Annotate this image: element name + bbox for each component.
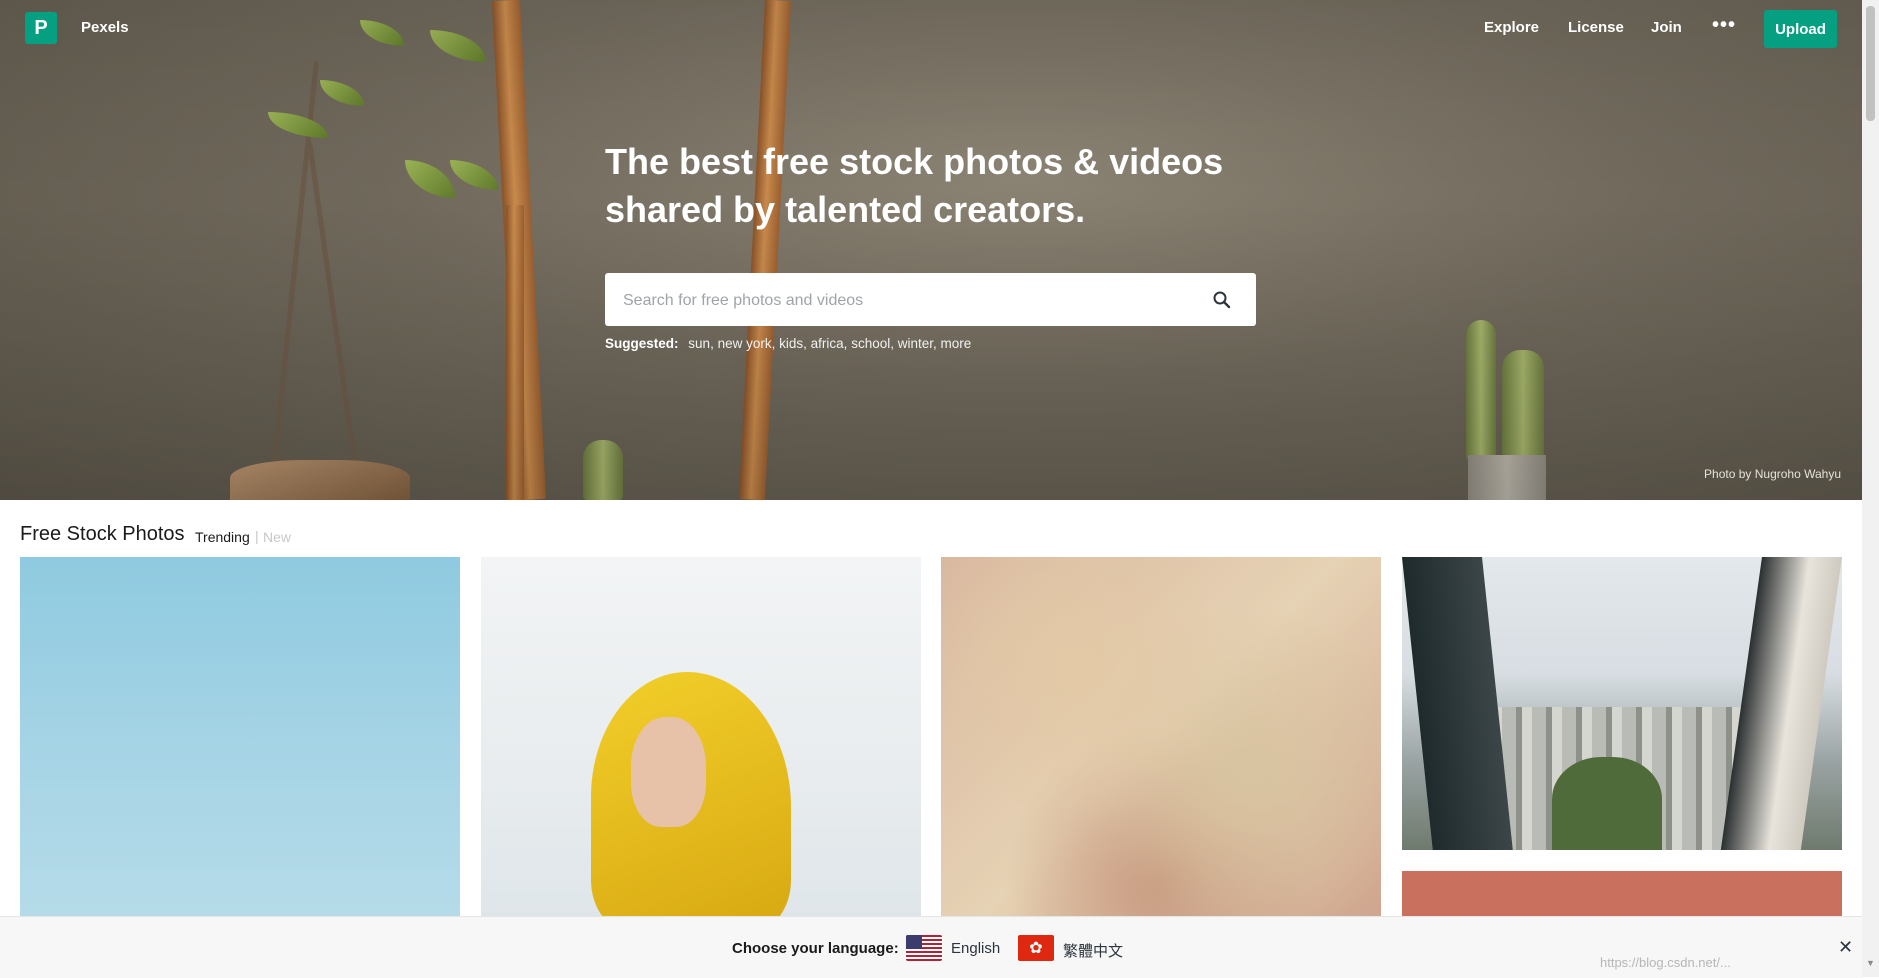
photo-trees	[1552, 757, 1662, 850]
suggested-tag-more[interactable]: more	[941, 336, 972, 351]
suggested-tag-kids[interactable]: kids	[779, 336, 803, 351]
photo-woman-yellow-hood[interactable]	[481, 557, 921, 917]
photo-window-frame-right	[1720, 557, 1842, 850]
language-bar: Choose your language: English ✿ 繁體中文 ✕ h…	[0, 916, 1862, 978]
headline-line-2: shared by talented creators.	[605, 189, 1086, 230]
upload-button[interactable]: Upload	[1764, 10, 1837, 48]
tab-trending[interactable]: Trending	[195, 529, 250, 545]
nav-license[interactable]: License	[1568, 19, 1624, 36]
scroll-down-arrow-icon[interactable]: ▼	[1863, 958, 1878, 973]
hero-banner	[0, 0, 1862, 500]
photo-credit[interactable]: Photo by Nugroho Wahyu	[1704, 467, 1841, 481]
language-option-traditional-chinese[interactable]: 繁體中文	[1063, 940, 1123, 961]
nav-explore[interactable]: Explore	[1484, 19, 1539, 36]
close-icon[interactable]: ✕	[1838, 937, 1853, 958]
top-navigation: P Pexels Explore License Join ••• Upload	[0, 0, 1862, 58]
nav-join[interactable]: Join	[1651, 19, 1682, 36]
pexels-logo-icon[interactable]: P	[25, 12, 57, 44]
watermark: https://blog.csdn.net/...	[1600, 955, 1731, 970]
scrollbar-thumb[interactable]	[1866, 6, 1875, 121]
photo-city-window[interactable]	[1402, 557, 1842, 850]
suggested-tag-school[interactable]: school	[851, 336, 890, 351]
suggested-label: Suggested:	[605, 336, 679, 351]
brand-name[interactable]: Pexels	[81, 19, 129, 36]
more-options-icon[interactable]: •••	[1712, 14, 1736, 37]
hero-shade	[0, 0, 1862, 500]
suggested-tag-winter[interactable]: winter	[898, 336, 933, 351]
photo-marble-texture[interactable]	[941, 557, 1381, 917]
suggested-searches: Suggested: sun, new york, kids, africa, …	[605, 336, 972, 351]
suggested-tag-sun[interactable]: sun	[688, 336, 710, 351]
language-option-english[interactable]: English	[951, 940, 1000, 957]
hero-headline: The best free stock photos & videos shar…	[605, 138, 1305, 234]
suggested-tag-new-york[interactable]: new york	[718, 336, 772, 351]
scrollbar-track[interactable]	[1862, 0, 1879, 977]
search-box	[605, 273, 1256, 328]
tab-new[interactable]: New	[263, 529, 291, 545]
suggested-tag-africa[interactable]: africa	[811, 336, 844, 351]
language-label: Choose your language:	[732, 940, 899, 957]
hk-flag-icon[interactable]: ✿	[1018, 935, 1054, 961]
photo-red-wall[interactable]	[1402, 871, 1842, 921]
photo-sky[interactable]	[20, 557, 460, 917]
headline-line-1: The best free stock photos & videos	[605, 141, 1224, 182]
photo-face	[631, 717, 706, 827]
photo-window-frame-left	[1402, 557, 1513, 850]
section-title: Free Stock Photos	[20, 523, 185, 545]
search-input[interactable]	[621, 273, 1185, 328]
tab-separator: |	[255, 528, 259, 544]
us-flag-icon[interactable]	[906, 935, 942, 961]
search-icon[interactable]	[1212, 290, 1232, 310]
